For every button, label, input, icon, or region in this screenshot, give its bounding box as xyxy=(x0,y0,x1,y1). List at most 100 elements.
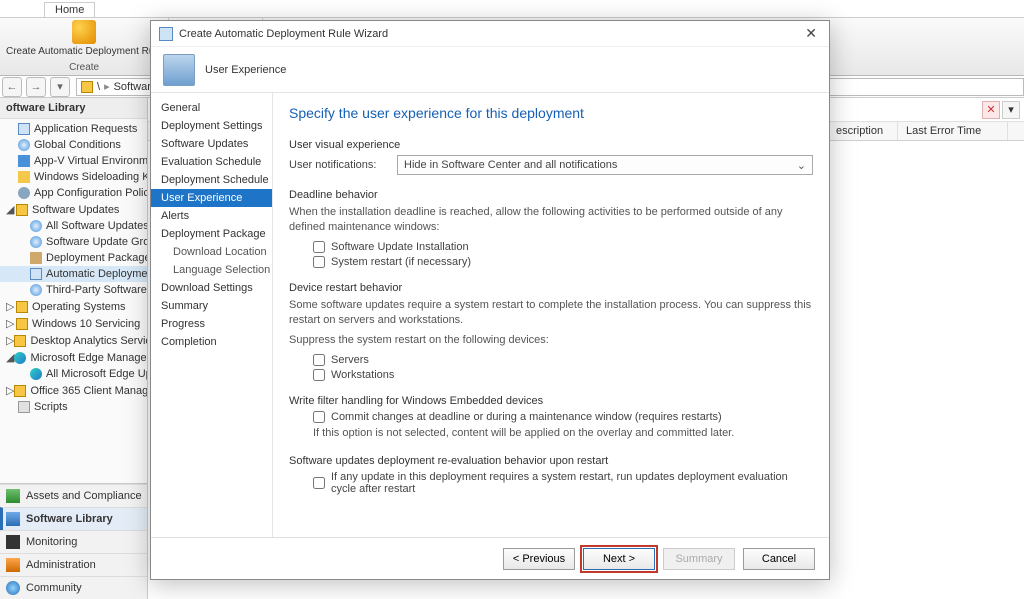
wunderbar-item[interactable]: Assets and Compliance xyxy=(0,484,148,507)
adr-wizard-dialog: Create Automatic Deployment Rule Wizard … xyxy=(150,20,830,580)
tree-item[interactable]: Third-Party Software Upd xyxy=(0,282,147,298)
wizard-step[interactable]: Summary xyxy=(151,297,272,315)
wizard-step[interactable]: Progress xyxy=(151,315,272,333)
section-user-visual-experience: User visual experience xyxy=(289,139,813,151)
tree-item[interactable]: ▷Office 365 Client Manageme xyxy=(0,382,147,399)
chk-system-restart[interactable]: System restart (if necessary) xyxy=(313,256,813,268)
wunderbar: Assets and ComplianceSoftware LibraryMon… xyxy=(0,483,148,599)
wizard-step[interactable]: General xyxy=(151,99,272,117)
tree-item[interactable]: Windows Sideloading Key xyxy=(0,169,147,185)
dialog-title: Create Automatic Deployment Rule Wizard xyxy=(179,28,388,40)
chk-software-update-installation[interactable]: Software Update Installation xyxy=(313,241,813,253)
nav-back-button[interactable]: ← xyxy=(2,77,22,97)
device-restart-description: Some software updates require a system r… xyxy=(289,298,813,328)
wizard-step[interactable]: Language Selection xyxy=(151,261,272,279)
folder-icon xyxy=(14,385,26,397)
comm-icon xyxy=(6,581,20,595)
tree-item[interactable]: Automatic Deployment R xyxy=(0,266,147,282)
globe-icon xyxy=(18,139,30,151)
wizard-step[interactable]: Alerts xyxy=(151,207,272,225)
chevron-down-icon: ⌄ xyxy=(797,159,806,172)
col-last-error-time[interactable]: Last Error Time xyxy=(898,122,1008,140)
chk-re-evaluate[interactable]: If any update in this deployment require… xyxy=(313,471,813,495)
wunderbar-item[interactable]: Administration xyxy=(0,553,148,576)
mon-icon xyxy=(6,535,20,549)
cancel-button[interactable]: Cancel xyxy=(743,548,815,570)
assets-icon xyxy=(6,489,20,503)
tab-home[interactable]: Home xyxy=(44,2,95,17)
page-heading: Specify the user experience for this dep… xyxy=(289,105,813,121)
folder-icon xyxy=(16,301,28,313)
wizard-step[interactable]: Download Settings xyxy=(151,279,272,297)
section-write-filter: Write filter handling for Windows Embedd… xyxy=(289,395,813,407)
user-notifications-select[interactable]: Hide in Software Center and all notifica… xyxy=(397,155,813,175)
star-wand-icon xyxy=(72,20,96,44)
tree-item[interactable]: App Configuration Policie xyxy=(0,185,147,201)
user-notifications-label: User notifications: xyxy=(289,159,389,171)
folder-icon xyxy=(16,204,28,216)
nav-forward-button[interactable]: → xyxy=(26,77,46,97)
wizard-icon xyxy=(159,27,173,41)
wunderbar-item[interactable]: Community xyxy=(0,576,148,599)
globe-icon xyxy=(30,236,42,248)
wizard-step[interactable]: User Experience xyxy=(151,189,272,207)
chk-servers[interactable]: Servers xyxy=(313,354,813,366)
clear-filter-button[interactable]: ✕ xyxy=(982,101,1000,119)
col-description[interactable]: escription xyxy=(828,122,898,140)
wunderbar-item[interactable]: Monitoring xyxy=(0,530,148,553)
wizard-step[interactable]: Deployment Schedule xyxy=(151,171,272,189)
tree-item[interactable]: App-V Virtual Environme xyxy=(0,153,147,169)
tree-item[interactable]: ▷Desktop Analytics Servicing xyxy=(0,332,147,349)
wizard-step[interactable]: Software Updates xyxy=(151,135,272,153)
globe-icon xyxy=(30,284,42,296)
section-deadline-behavior: Deadline behavior xyxy=(289,189,813,201)
doc-icon xyxy=(30,268,42,280)
left-pane-header: oftware Library xyxy=(0,98,147,119)
tree-item[interactable]: ◢Software Updates xyxy=(0,201,147,218)
chk-workstations[interactable]: Workstations xyxy=(313,369,813,381)
chk-commit-changes[interactable]: Commit changes at deadline or during a m… xyxy=(313,411,813,423)
dialog-close-button[interactable]: ✕ xyxy=(801,25,821,42)
wunderbar-item[interactable]: Software Library xyxy=(0,507,148,530)
lib-icon xyxy=(6,512,20,526)
ribbon-group-label: Create xyxy=(69,62,99,73)
create-adr-button[interactable]: Create Automatic Deployment Rule xyxy=(6,20,162,57)
ribbon-group-create: Create Automatic Deployment Rule Create xyxy=(0,18,169,75)
nav-up-button[interactable]: ▾ xyxy=(50,77,70,97)
tree-item[interactable]: Deployment Packages xyxy=(0,250,147,266)
tree-item[interactable]: Global Conditions xyxy=(0,137,147,153)
pkg-icon xyxy=(30,252,42,264)
dialog-titlebar: Create Automatic Deployment Rule Wizard … xyxy=(151,21,829,47)
wizard-step[interactable]: Download Location xyxy=(151,243,272,261)
tree-item[interactable]: ◢Microsoft Edge Manageme xyxy=(0,349,147,366)
admin-icon xyxy=(6,558,20,572)
tree-item[interactable]: Application Requests xyxy=(0,121,147,137)
previous-button[interactable]: < Previous xyxy=(503,548,575,570)
tree-item[interactable]: ▷Windows 10 Servicing xyxy=(0,315,147,332)
section-re-evaluation: Software updates deployment re-evaluatio… xyxy=(289,455,813,467)
tree-item[interactable]: ▷Operating Systems xyxy=(0,298,147,315)
tree-item[interactable]: All Microsoft Edge Update xyxy=(0,366,147,382)
suppress-restart-label: Suppress the system restart on the follo… xyxy=(289,333,813,348)
dialog-footer: < Previous Next > Summary Cancel xyxy=(151,537,829,579)
globe-icon xyxy=(30,220,42,232)
section-device-restart: Device restart behavior xyxy=(289,282,813,294)
tree-item[interactable]: Software Update Groups xyxy=(0,234,147,250)
tree-item[interactable]: All Software Updates xyxy=(0,218,147,234)
next-button[interactable]: Next > xyxy=(583,548,655,570)
deadline-description: When the installation deadline is reache… xyxy=(289,205,813,235)
doc-icon xyxy=(18,123,30,135)
edge-icon xyxy=(30,368,42,380)
wizard-steps: GeneralDeployment SettingsSoftware Updat… xyxy=(151,93,273,537)
wizard-step[interactable]: Deployment Package xyxy=(151,225,272,243)
banner-title: User Experience xyxy=(205,64,286,76)
wizard-step[interactable]: Evaluation Schedule xyxy=(151,153,272,171)
folder-icon xyxy=(14,335,26,347)
ribbon-tabs: Home xyxy=(0,0,1024,18)
folder-icon xyxy=(81,81,93,93)
filter-button[interactable]: ▾ xyxy=(1002,101,1020,119)
summary-button: Summary xyxy=(663,548,735,570)
wizard-step[interactable]: Completion xyxy=(151,333,272,351)
wizard-step[interactable]: Deployment Settings xyxy=(151,117,272,135)
tree-item[interactable]: Scripts xyxy=(0,399,147,415)
